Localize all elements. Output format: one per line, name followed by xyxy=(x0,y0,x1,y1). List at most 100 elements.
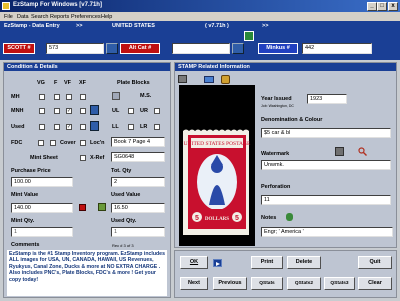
menu-file[interactable]: File xyxy=(4,14,13,20)
stamp-top-text: UNITED STATES POSTAGE xyxy=(184,141,251,147)
camera-icon[interactable] xyxy=(178,75,187,83)
used-qty-field[interactable]: 1 xyxy=(111,227,165,237)
denomination-field[interactable]: $5 car & bl xyxy=(261,128,391,138)
calculator-icon[interactable] xyxy=(98,203,106,211)
zoom-icon[interactable] xyxy=(221,75,230,84)
minimize-button[interactable]: _ xyxy=(367,1,377,11)
ul-label: UL xyxy=(112,108,120,114)
delete-button[interactable]: Delete xyxy=(287,256,321,269)
grade-vf: VF xyxy=(64,80,72,86)
watermark-image-icon[interactable] xyxy=(335,147,344,156)
quit-button[interactable]: Quit xyxy=(358,256,392,269)
picture-icon[interactable] xyxy=(204,76,214,83)
ok-button[interactable]: OK xyxy=(180,256,208,269)
mnh-xf-checkbox[interactable] xyxy=(80,108,86,114)
menu-bar: File Data Search Reports Preferences Hel… xyxy=(0,12,400,21)
mint-sheet-checkbox[interactable] xyxy=(80,155,86,161)
mnh-vg-checkbox[interactable] xyxy=(39,108,45,114)
catalog-strip: SCOTT # 573 Alt Cat # Minkus # 442 xyxy=(0,30,400,60)
ll-label: LL xyxy=(112,124,119,130)
alt-cat-field[interactable] xyxy=(172,43,230,54)
mint-qty-field[interactable]: 1 xyxy=(11,227,73,237)
qstats3-button[interactable]: QStats3 xyxy=(324,277,355,290)
used-xf-checkbox[interactable] xyxy=(80,124,86,130)
condition-panel-header: Condition & Details xyxy=(4,63,170,71)
purchase-price-field[interactable]: 100.00 xyxy=(11,177,73,187)
record-counter: Rec # 3 of 3 xyxy=(112,243,134,248)
year-issued-field[interactable]: 1923 xyxy=(307,94,347,104)
comments-textarea[interactable]: EzStamp is the #1 Stamp Inventory progra… xyxy=(7,250,167,296)
maximize-button[interactable]: □ xyxy=(377,1,387,11)
nav-next-arrow[interactable] xyxy=(213,259,222,267)
cover-checkbox[interactable] xyxy=(50,140,56,146)
mint-color-icon[interactable] xyxy=(79,204,86,211)
used-value-field[interactable]: 16.50 xyxy=(111,203,165,213)
stamp-bottom-text: DOLLARS xyxy=(205,217,229,222)
perforation-field[interactable]: 11 xyxy=(261,195,391,205)
ur-checkbox[interactable] xyxy=(154,108,160,114)
qstats-button[interactable]: QStats xyxy=(251,277,283,290)
plate-blocks-label: Plate Blocks xyxy=(117,80,150,86)
mh-xf-checkbox[interactable] xyxy=(80,94,86,100)
menu-preferences[interactable]: Preferences xyxy=(71,14,101,20)
mh-vf-checkbox[interactable] xyxy=(66,94,72,100)
scott-number-field[interactable]: 573 xyxy=(46,43,104,54)
ur-label: UR xyxy=(140,108,148,114)
fdc-checkbox[interactable] xyxy=(38,140,44,146)
alt-cat-lookup-button[interactable] xyxy=(232,43,244,54)
mnh-f-checkbox[interactable] xyxy=(54,108,60,114)
used-value-label: Used Value xyxy=(111,192,141,198)
watermark-search-icon[interactable] xyxy=(358,147,367,156)
xref-field[interactable]: SG0648 xyxy=(111,152,165,162)
stamp-image: UNITED STATES POSTAGE 5 5 DOLLARS xyxy=(179,85,255,246)
notes-field[interactable]: Engr; ' America ' xyxy=(261,227,393,237)
mnh-vf-checkbox[interactable]: ✓ xyxy=(66,108,72,114)
ms-label: M.S. xyxy=(140,93,152,99)
grade-xf: XF xyxy=(79,80,87,86)
close-button[interactable]: x xyxy=(388,1,398,11)
window-title: EzStamp For Windows [v7.71h] xyxy=(13,2,102,8)
ul-checkbox[interactable] xyxy=(128,108,134,114)
print-button[interactable]: Print xyxy=(251,256,283,269)
condition-panel: Condition & Details VG F VF XF Plate Blo… xyxy=(3,62,171,298)
fdc-label: FDC xyxy=(11,140,23,146)
stamp-info-panel: STAMP Related Information UNITED STATES … xyxy=(174,62,397,248)
minkus-label: Minkus # xyxy=(258,43,298,54)
location-field[interactable]: Book 7 Page 4 xyxy=(111,137,165,147)
mh-f-checkbox[interactable] xyxy=(54,94,60,100)
button-bar: OK Print Delete Quit Next Previous QStat… xyxy=(174,250,397,298)
clear-button[interactable]: Clear xyxy=(358,277,392,290)
scott-label: SCOTT # xyxy=(3,43,35,54)
mh-vg-checkbox[interactable] xyxy=(39,94,45,100)
mnh-image-button[interactable] xyxy=(90,105,99,115)
used-image-button[interactable] xyxy=(90,121,99,131)
watermark-field[interactable]: Unwmk. xyxy=(261,160,391,170)
used-vf-checkbox[interactable]: ✓ xyxy=(66,124,72,130)
menu-reports[interactable]: Reports xyxy=(50,14,69,20)
mint-value-field[interactable]: 140.00 xyxy=(11,203,73,213)
row-label-used: Used xyxy=(11,124,25,130)
used-vg-checkbox[interactable] xyxy=(39,124,45,130)
minkus-number-field[interactable]: 442 xyxy=(302,43,372,54)
used-qty-label: Used Qty. xyxy=(111,218,137,224)
denomination-label: Denomination & Colour xyxy=(261,117,323,123)
menu-help[interactable]: Help xyxy=(101,14,112,20)
grade-f: F xyxy=(54,80,58,86)
used-f-checkbox[interactable] xyxy=(54,124,60,130)
plate-block-icon[interactable] xyxy=(112,92,120,100)
stamp-value-right: 5 xyxy=(235,215,239,222)
menu-search[interactable]: Search xyxy=(31,14,48,20)
row-label-mh: MH xyxy=(11,94,20,100)
scott-lookup-button[interactable] xyxy=(106,43,118,54)
title-bar: EzStamp For Windows [v7.71h] _ □ x xyxy=(0,0,400,12)
ll-checkbox[interactable] xyxy=(128,124,134,130)
stamp-illustration: UNITED STATES POSTAGE 5 5 DOLLARS xyxy=(183,129,251,235)
notes-attach-icon[interactable] xyxy=(286,213,293,221)
previous-button[interactable]: Previous xyxy=(213,277,247,290)
tot-qty-field[interactable]: 2 xyxy=(111,177,165,187)
qstats2-button[interactable]: QStats2 xyxy=(287,277,321,290)
locn-checkbox[interactable] xyxy=(80,140,86,146)
lr-checkbox[interactable] xyxy=(154,124,160,130)
menu-data[interactable]: Data xyxy=(17,14,29,20)
next-button[interactable]: Next xyxy=(180,277,208,290)
